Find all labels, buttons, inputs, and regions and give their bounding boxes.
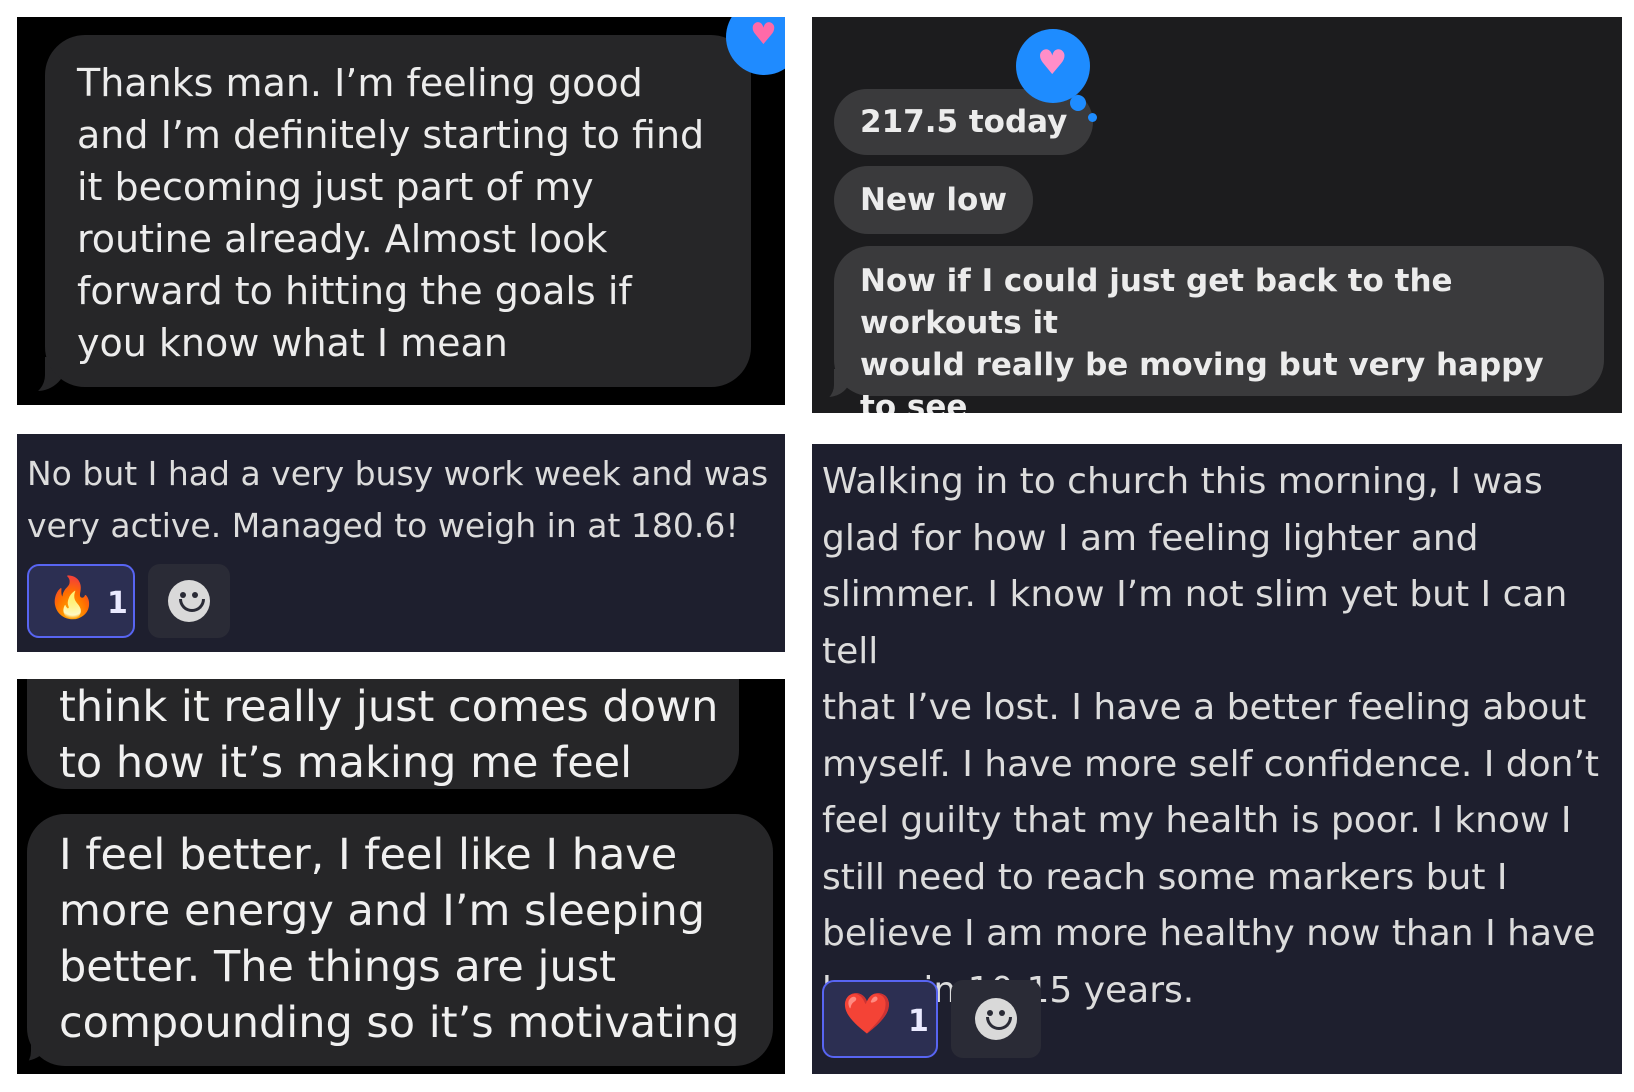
reaction-heart[interactable]: ❤️ 1	[822, 980, 938, 1058]
add-reaction-button[interactable]	[148, 564, 230, 638]
smiley-icon	[975, 998, 1017, 1040]
message-text: Now if I could just get back to the work…	[860, 263, 1544, 413]
message-text: New low	[860, 182, 1007, 218]
message-text: No but I had a very busy work week and w…	[27, 454, 769, 545]
reaction-count: 1	[107, 586, 128, 621]
message-panel-4: think it really just comes down to how i…	[17, 679, 785, 1074]
message-panel-5: Walking in to church this morning, I was…	[812, 444, 1622, 1074]
heart-icon: ♥	[1037, 43, 1068, 83]
message-panel-3: No but I had a very busy work week and w…	[17, 434, 785, 652]
message-bubble[interactable]: Now if I could just get back to the work…	[834, 246, 1604, 413]
smiley-icon	[168, 580, 210, 622]
heart-icon: ❤️	[842, 991, 892, 1037]
message-text: think it really just comes down to how i…	[59, 682, 719, 788]
badge-tail-dot	[1088, 113, 1097, 122]
tapback-badge[interactable]: ♥	[1016, 29, 1090, 103]
heart-icon: ♥	[750, 17, 777, 52]
message-panel-1: Thanks man. I’m feeling good and I’m def…	[17, 17, 785, 405]
reaction-fire[interactable]: 🔥 1	[27, 564, 135, 638]
badge-tail-dot	[1070, 95, 1086, 111]
message-text: I feel better, I feel like I have more e…	[59, 830, 740, 1048]
reaction-count: 1	[908, 1004, 929, 1039]
message-panel-2: 217.5 today New low Now if I could just …	[812, 17, 1622, 413]
message-bubble[interactable]: New low	[834, 166, 1033, 234]
message-text: 217.5 today	[860, 104, 1068, 140]
message-text: Walking in to church this morning, I was…	[822, 461, 1600, 1011]
message-text: Thanks man. I’m feeling good and I’m def…	[77, 61, 705, 365]
add-reaction-button[interactable]	[951, 980, 1041, 1058]
fire-icon: 🔥	[47, 575, 97, 621]
